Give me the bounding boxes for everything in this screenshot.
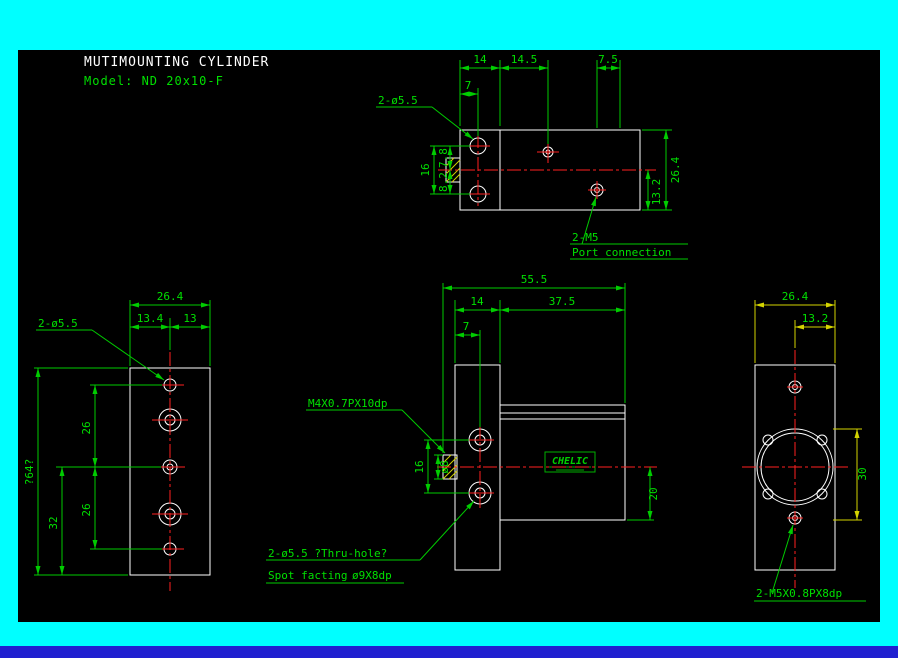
top-hole-callout: 2-ø5.5 [378,94,418,107]
dim-26-upper: 26 [80,421,93,434]
dim-14-5: 14.5 [511,53,538,66]
dim-26-4-left: 26.4 [157,290,184,303]
dim-30: 30 [856,467,869,480]
dim-8-2: 8.2 [437,172,450,192]
drawing-title: MUTIMOUNTING CYLINDER [84,55,269,70]
port-callout-line2: Port connection [572,246,671,259]
cad-drawing: MUTIMOUNTING CYLINDER Model: ND 20x10-F [0,0,898,658]
dim-14-front: 14 [470,295,484,308]
dim-13: 13 [183,312,196,325]
left-hole-callout: 2-ø5.5 [38,317,78,330]
dim-64: ?64? [23,459,36,486]
drawing-model: Model: ND 20x10-F [84,74,224,88]
dim-32: 32 [47,516,60,529]
dim-7-8: 7.8 [437,148,450,168]
dim-13-2-right: 13.2 [802,312,829,325]
right-hole-callout: 2-M5X0.8PX8dp [756,587,842,600]
dim-7-front: 7 [463,320,470,333]
thru-hole-callout: 2-ø5.5 ?Thru-hole? [268,547,387,560]
dim-14: 14 [473,53,487,66]
dim-13-2: 13.2 [650,179,663,206]
dim-26-lower: 26 [80,503,93,516]
dim-55-5: 55.5 [521,273,548,286]
drawing-canvas [18,50,880,622]
dim-o8: ø8 [438,460,451,473]
dim-13-4: 13.4 [137,312,164,325]
spot-facing-size: ø9X8dp [352,569,392,582]
dim-7-5: 7.5 [598,53,618,66]
dim-20: 20 [647,487,660,500]
spot-facing-callout: Spot facting [268,569,347,582]
dim-16: 16 [419,163,432,176]
dim-37-5: 37.5 [549,295,576,308]
dim-26-4: 26.4 [669,156,682,183]
bottom-blue-bar [0,646,898,658]
brand-logo-text: CHELIC [552,456,588,467]
thread-callout: M4X0.7PX10dp [308,397,387,410]
dim-7: 7 [465,79,472,92]
dim-26-4-right: 26.4 [782,290,809,303]
dim-16-front: 16 [413,460,426,473]
